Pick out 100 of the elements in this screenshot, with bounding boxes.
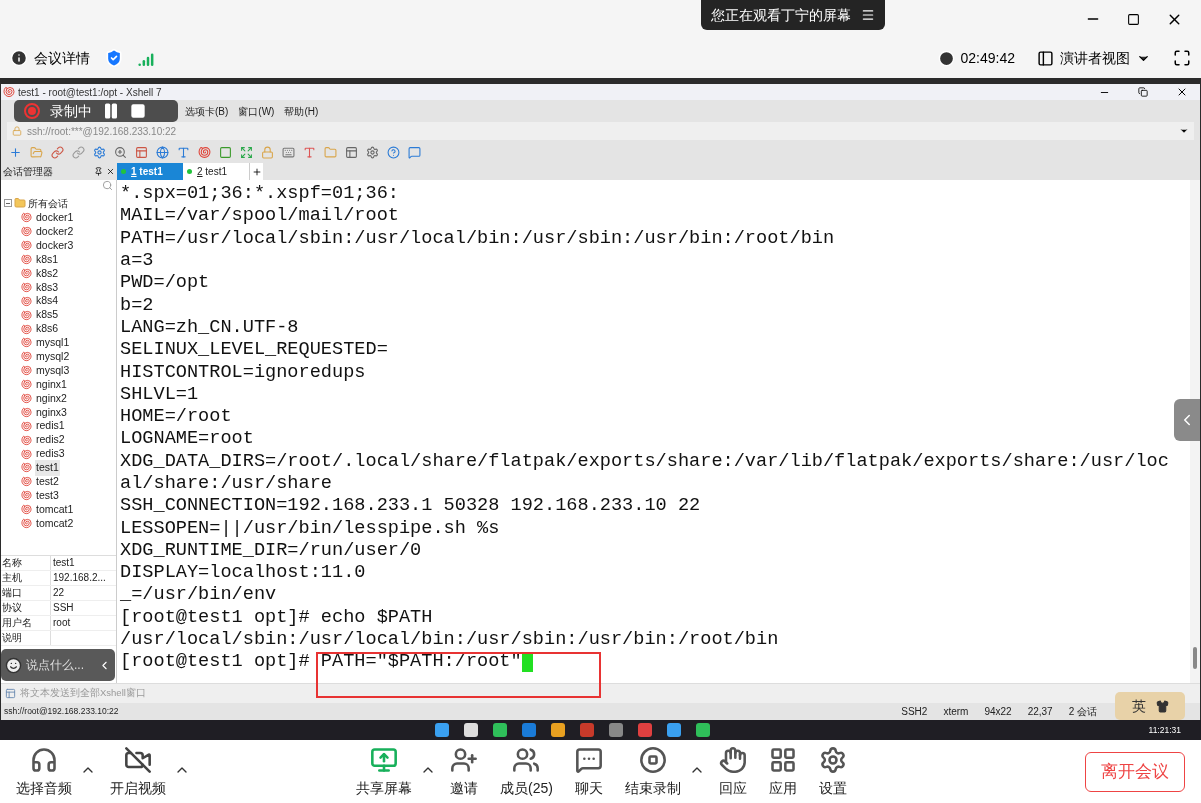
ime-indicator[interactable]: 英: [1115, 692, 1185, 720]
view-mode-button[interactable]: 演讲者视图: [1037, 47, 1151, 69]
taskbar-app-icon[interactable]: [493, 723, 507, 737]
tree-item[interactable]: test2: [35, 474, 60, 490]
terminal-line: PWD=/opt: [120, 274, 210, 293]
collapse-toggle[interactable]: [4, 199, 12, 207]
chat-input[interactable]: 说点什么...: [1, 649, 115, 681]
message-icon[interactable]: [408, 145, 421, 159]
session-tab[interactable]: 2 test1: [183, 163, 249, 180]
tree-item[interactable]: test3: [35, 487, 60, 504]
toolbar-button[interactable]: 设置: [810, 744, 855, 799]
settings-icon[interactable]: [366, 145, 379, 159]
shell-icon: [21, 240, 32, 252]
toolbar-button[interactable]: 回应: [710, 744, 755, 799]
tree-item[interactable]: nginx3: [35, 404, 68, 421]
tree-item[interactable]: k8s1: [35, 251, 60, 268]
link-icon[interactable]: [72, 145, 85, 159]
tree-item[interactable]: mysql2: [35, 349, 71, 365]
share-screen-icon: [370, 746, 398, 774]
leave-meeting-button[interactable]: 离开会议: [1085, 751, 1185, 792]
menu-item[interactable]: 选项卡(B): [185, 103, 229, 119]
terminal-line: /usr/local/sbin:/usr/local/bin:/usr/sbin:/usr/bin:/root/bin: [120, 631, 779, 650]
shield-icon[interactable]: [104, 48, 124, 68]
new-session-icon[interactable]: [9, 145, 22, 159]
side-panel-toggle[interactable]: [1174, 399, 1200, 441]
toolbar-button[interactable]: 应用: [760, 744, 805, 799]
status-item: SSH2: [901, 705, 928, 719]
tree-item[interactable]: k8s6: [35, 321, 60, 337]
tree-item[interactable]: tomcat2: [35, 515, 75, 532]
tree-item[interactable]: mysql1: [35, 335, 71, 351]
taskbar-app-icon[interactable]: [435, 723, 449, 737]
tree-item[interactable]: docker1: [35, 210, 75, 226]
tree-item[interactable]: 所有会话: [28, 195, 68, 211]
terminal-line: al/share:/usr/share: [120, 475, 332, 493]
fullscreen-icon[interactable]: [1173, 49, 1191, 67]
toolbar-button[interactable]: 选择音频: [8, 744, 80, 799]
help-icon[interactable]: [387, 145, 400, 159]
hand-icon: [718, 746, 747, 774]
scrollbar[interactable]: [1190, 180, 1200, 683]
terminal-line: *.spx=01;36:*.xspf=01;36:: [120, 185, 399, 204]
close-icon[interactable]: [106, 167, 115, 176]
tree-item[interactable]: k8s2: [35, 265, 60, 282]
tree-item[interactable]: docker2: [35, 223, 75, 240]
add-person-icon: [450, 746, 478, 774]
panel-header: 会话管理器: [1, 163, 117, 180]
tree-item[interactable]: nginx1: [35, 376, 68, 393]
tree-item[interactable]: k8s3: [35, 279, 60, 296]
toolbar-button[interactable]: 邀请: [442, 744, 486, 799]
restore-icon[interactable]: [1138, 87, 1148, 97]
toolbar-button[interactable]: 开启视频: [102, 744, 174, 799]
menu-item[interactable]: 帮助(H): [284, 103, 319, 119]
search-icon[interactable]: [102, 180, 113, 191]
meeting-details-button[interactable]: 会议详情: [10, 47, 90, 69]
taskbar-app-icon[interactable]: [667, 723, 681, 737]
tree-item[interactable]: mysql3: [35, 362, 71, 379]
keyboard-icon[interactable]: [282, 145, 295, 159]
taskbar-app-icon[interactable]: [580, 723, 594, 737]
tree-item[interactable]: test1: [35, 460, 60, 476]
emoji-icon[interactable]: [5, 656, 22, 674]
tree-item[interactable]: redis2: [35, 432, 66, 449]
search-icon[interactable]: [114, 145, 127, 159]
folder-icon[interactable]: [30, 145, 43, 159]
toolbar-button[interactable]: 结束录制: [616, 744, 689, 799]
toolbar-button[interactable]: 聊天: [566, 744, 611, 799]
tree-item[interactable]: redis3: [35, 446, 66, 462]
pin-icon[interactable]: [94, 167, 103, 176]
taskbar-app-icon[interactable]: [464, 723, 478, 737]
camera-off-icon: [124, 746, 152, 774]
layout-icon[interactable]: [345, 145, 358, 159]
taskbar-app-icon[interactable]: [551, 723, 565, 737]
tree-item[interactable]: tomcat1: [35, 501, 75, 518]
link-icon[interactable]: [51, 145, 64, 159]
tree-item[interactable]: nginx2: [35, 390, 68, 407]
tree-item[interactable]: k8s5: [35, 307, 60, 324]
session-tab[interactable]: 1 test1: [117, 163, 183, 180]
headphones-icon: [30, 746, 58, 774]
maximize-icon[interactable]: [1127, 12, 1140, 26]
font-icon[interactable]: [177, 145, 190, 159]
taskbar-app-icon[interactable]: [696, 723, 710, 737]
viewer-banner[interactable]: 您正在观看丁宁的屏幕: [700, 0, 885, 30]
shell-icon: [21, 254, 32, 266]
taskbar-app-icon[interactable]: [638, 723, 652, 737]
tree-item[interactable]: docker3: [35, 237, 75, 254]
pause-icon[interactable]: [102, 102, 120, 120]
terminal[interactable]: [117, 180, 1190, 683]
globe-icon[interactable]: [156, 145, 169, 159]
app-logo-icon: [3, 86, 15, 98]
tree-item[interactable]: redis1: [35, 418, 66, 435]
taskbar-app-icon[interactable]: [522, 723, 536, 737]
tree-item[interactable]: k8s4: [35, 293, 60, 310]
settings-icon[interactable]: [93, 145, 106, 159]
layout-icon[interactable]: [135, 145, 148, 159]
shell-icon[interactable]: [198, 145, 211, 159]
menu-item[interactable]: 窗口(W): [238, 103, 275, 119]
add-tab-button[interactable]: [249, 163, 263, 180]
close-icon[interactable]: [1176, 86, 1188, 98]
stop-icon[interactable]: [130, 103, 146, 119]
toolbar-button[interactable]: 共享屏幕: [348, 744, 420, 799]
toolbar-button[interactable]: 成员(25): [492, 744, 561, 799]
taskbar-app-icon[interactable]: [609, 723, 623, 737]
